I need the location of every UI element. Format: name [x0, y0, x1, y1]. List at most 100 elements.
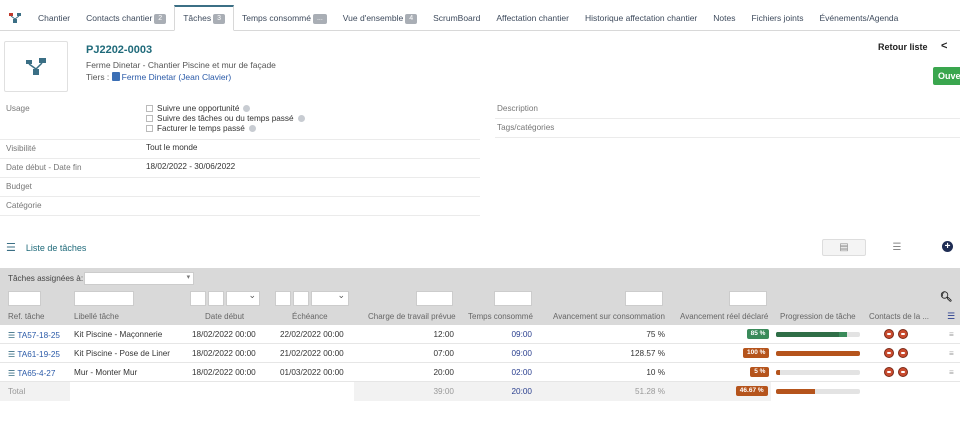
tab-affectation-chantier[interactable]: Affectation chantier — [488, 6, 577, 30]
task-planned: 07:00 — [433, 349, 455, 358]
tab-vue-ensemble[interactable]: Vue d'ensemble 4 — [335, 6, 425, 30]
row-menu-icon[interactable]: ≡ — [949, 349, 954, 358]
task-start: 18/02/2022 00:00 — [192, 368, 256, 377]
tab-taches[interactable]: Tâches 3 — [174, 5, 234, 31]
task-table: Tâches assignées à: 🔍︎ Ref. tâche Libell… — [0, 268, 960, 401]
tab-fichiers-joints[interactable]: Fichiers joints — [744, 6, 812, 30]
task-label: Mur - Monter Mur — [74, 368, 138, 377]
project-tiers: Tiers : Ferme Dinetar (Jean Clavier) — [86, 72, 231, 82]
task-progress-bar — [776, 332, 860, 337]
tab-temps-consomme[interactable]: Temps consommé... — [234, 6, 335, 30]
contact-avatar[interactable] — [884, 348, 894, 358]
task-ref-link[interactable]: ☰ TA57-18-25 — [8, 330, 60, 340]
chevron-left-icon[interactable]: < — [941, 40, 947, 52]
contact-avatar[interactable] — [898, 367, 908, 377]
filter-due-month[interactable] — [293, 291, 309, 306]
table-row[interactable]: ☰ TA61-19-25 Kit Piscine - Pose de Liner 18… — [0, 344, 960, 363]
tab-contacts-chantier[interactable]: Contacts chantier 2 — [78, 6, 174, 30]
row-menu-icon[interactable]: ≡ — [949, 368, 954, 377]
task-icon: ☰ — [8, 369, 16, 378]
description-label: Description — [497, 104, 538, 113]
filter-label-input[interactable] — [74, 291, 134, 306]
task-ref-link[interactable]: ☰ TA61-19-25 — [8, 349, 60, 359]
tab-bar: Chantier Contacts chantier 2 Tâches 3 Temp… — [0, 5, 960, 31]
usage-opportunity-checkbox[interactable]: Suivre une opportunité — [146, 103, 305, 113]
column-filters: 🔍︎ — [0, 288, 960, 308]
task-start: 18/02/2022 00:00 — [192, 349, 256, 358]
filter-ref-input[interactable] — [8, 291, 41, 306]
project-logo-icon — [4, 41, 68, 92]
tab-badge: 3 — [213, 14, 225, 24]
tags-label: Tags/catégories — [497, 123, 555, 132]
task-planned: 20:00 — [433, 368, 455, 377]
search-icon[interactable]: 🔍︎ — [940, 292, 953, 303]
col-ref[interactable]: Ref. tâche — [8, 312, 44, 321]
task-ref-link[interactable]: ☰ TA65-4-27 — [8, 368, 55, 378]
col-progress[interactable]: Progression de tâche — [780, 312, 856, 321]
total-planned: 39:00 — [433, 387, 455, 396]
row-menu-icon[interactable]: ≡ — [949, 330, 954, 339]
usage-billing-checkbox[interactable]: Facturer le temps passé — [146, 123, 305, 133]
category-label: Catégorie — [6, 201, 42, 210]
col-contacts[interactable]: Contacts de la ... — [869, 312, 929, 321]
visibility-value: Tout le monde — [146, 143, 198, 152]
contact-avatar[interactable] — [898, 348, 908, 358]
usage-label: Usage — [6, 104, 30, 113]
open-button[interactable]: Ouve — [933, 67, 960, 85]
filter-cons-input[interactable] — [625, 291, 663, 306]
task-spent[interactable]: 02:00 — [482, 368, 533, 377]
col-cons[interactable]: Avancement sur consommation — [553, 312, 665, 321]
col-spent[interactable]: Temps consommé — [468, 312, 533, 321]
tab-evenements-agenda[interactable]: Événements/Agenda — [811, 6, 906, 30]
filter-start-year-select[interactable] — [226, 290, 260, 306]
project-fields-right: Description Tags/catégories — [495, 100, 960, 138]
task-spent[interactable]: 09:00 — [482, 349, 533, 358]
col-start[interactable]: Date début — [205, 312, 244, 321]
column-selector-icon[interactable]: ☰ — [947, 311, 955, 322]
contact-avatar[interactable] — [884, 329, 894, 339]
filter-declared-input[interactable] — [729, 291, 767, 306]
assigned-filter-select[interactable] — [84, 271, 195, 285]
dates-label: Date début - Date fin — [6, 163, 82, 172]
filter-due-year-select[interactable] — [311, 290, 349, 306]
tab-chantier[interactable]: Chantier — [30, 6, 78, 30]
dates-value: 18/02/2022 - 30/06/2022 — [146, 162, 236, 171]
col-declared[interactable]: Avancement réel déclaré — [680, 312, 768, 321]
checklist-icon: ☰ — [6, 242, 16, 254]
info-icon — [248, 124, 256, 132]
col-due[interactable]: Échéance — [292, 312, 328, 321]
table-row[interactable]: ☰ TA65-4-27 Mur - Monter Mur 18/02/2022 00:… — [0, 363, 960, 382]
kanban-view-button[interactable]: ▤ — [822, 239, 866, 256]
filter-due-day[interactable] — [275, 291, 291, 306]
tab-notes[interactable]: Notes — [705, 6, 743, 30]
tab-historique-affectation[interactable]: Historique affectation chantier — [577, 6, 705, 30]
contact-avatar[interactable] — [898, 329, 908, 339]
project-subtitle: Ferme Dinetar - Chantier Piscine et mur … — [86, 60, 276, 70]
total-label: Total — [8, 387, 26, 396]
filter-planned-input[interactable] — [416, 291, 453, 306]
table-row[interactable]: ☰ TA57-18-25 Kit Piscine - Maçonnerie 18/02… — [0, 325, 960, 344]
tab-badge: 2 — [154, 14, 167, 24]
total-row: Total 39:00 20:00 51.28 % 46.67 % — [0, 382, 960, 401]
list-view-button[interactable]: ☰ — [874, 239, 920, 256]
info-icon — [243, 104, 251, 112]
task-spent[interactable]: 09:00 — [482, 330, 533, 339]
col-planned[interactable]: Charge de travail prévue — [368, 312, 456, 321]
task-declared-badge: 85 % — [746, 329, 770, 339]
add-task-button[interactable]: + — [942, 241, 953, 252]
task-cons-pct: 10 % — [646, 368, 665, 377]
filter-start-month[interactable] — [208, 291, 224, 306]
usage-tasks-checkbox[interactable]: Suivre des tâches ou du temps passé — [146, 113, 305, 123]
tab-scrumboard[interactable]: ScrumBoard — [425, 6, 488, 30]
col-label[interactable]: Libellé tâche — [74, 312, 119, 321]
filter-start-day[interactable] — [190, 291, 206, 306]
budget-label: Budget — [6, 182, 32, 191]
contact-avatar[interactable] — [884, 367, 894, 377]
filter-spent-input[interactable] — [494, 291, 532, 306]
back-to-list-link[interactable]: Retour liste — [878, 42, 928, 52]
tiers-link[interactable]: Ferme Dinetar (Jean Clavier) — [122, 72, 232, 82]
task-due: 01/03/2022 00:00 — [280, 368, 344, 377]
table-header: Ref. tâche Libellé tâche Date début Éché… — [0, 308, 960, 325]
task-label: Kit Piscine - Maçonnerie — [74, 330, 163, 339]
task-cons-pct: 128.57 % — [630, 349, 665, 358]
